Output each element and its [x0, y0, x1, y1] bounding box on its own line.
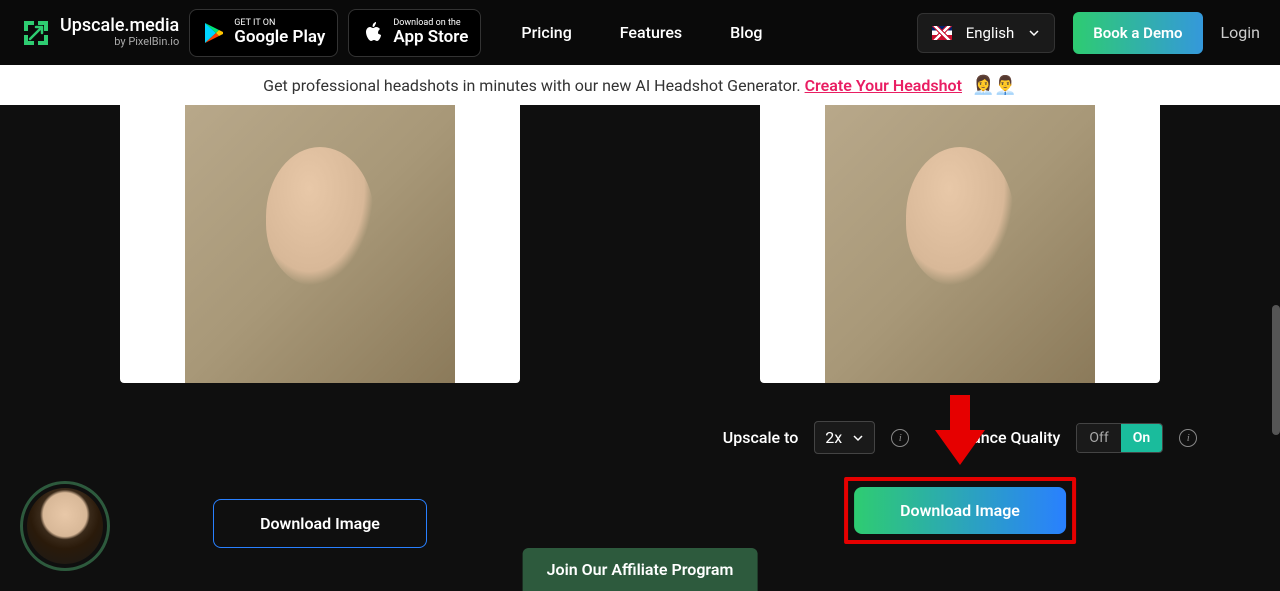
language-selector[interactable]: English: [917, 13, 1056, 53]
toggle-off[interactable]: Off: [1077, 424, 1120, 452]
chat-avatar-widget[interactable]: [20, 481, 110, 571]
upscale-factor-select[interactable]: 2x: [814, 421, 875, 454]
banner-emoji: 👩‍💼👨‍💼: [972, 75, 1017, 96]
chevron-down-icon: [1028, 27, 1040, 39]
banner-cta-link[interactable]: Create Your Headshot: [805, 76, 962, 95]
toggle-on[interactable]: On: [1121, 424, 1162, 452]
logo-subtitle: by PixelBin.io: [60, 35, 179, 48]
upscale-info-icon[interactable]: i: [891, 429, 909, 447]
promo-banner: Get professional headshots in minutes wi…: [0, 65, 1280, 105]
uk-flag-icon: [932, 26, 952, 40]
app-store-big: App Store: [393, 28, 468, 47]
book-demo-button[interactable]: Book a Demo: [1073, 12, 1202, 54]
login-link[interactable]: Login: [1221, 23, 1260, 42]
upscaled-image-container: [760, 105, 1160, 383]
download-highlight-annotation: Download Image: [844, 477, 1076, 544]
language-label: English: [966, 24, 1015, 42]
affiliate-button[interactable]: Join Our Affiliate Program: [523, 548, 758, 591]
red-arrow-annotation: [935, 395, 985, 465]
nav-links: Pricing Features Blog: [521, 23, 762, 42]
upscale-value: 2x: [825, 428, 842, 447]
header: Upscale.media by PixelBin.io GET IT ON G…: [0, 0, 1280, 65]
download-upscaled-button[interactable]: Download Image: [854, 487, 1066, 534]
logo[interactable]: Upscale.media by PixelBin.io: [20, 17, 179, 49]
google-play-big: Google Play: [234, 28, 325, 47]
header-right: English Book a Demo Login: [917, 12, 1260, 54]
scrollbar[interactable]: [1272, 305, 1280, 435]
upscaled-image: [825, 105, 1095, 383]
right-panel: Upscale to 2x i Enhance Quality Off On i…: [640, 105, 1280, 591]
google-play-button[interactable]: GET IT ON Google Play: [189, 9, 338, 57]
banner-text: Get professional headshots in minutes wi…: [263, 76, 800, 95]
nav-blog[interactable]: Blog: [730, 23, 762, 42]
google-play-icon: [202, 21, 226, 45]
download-original-button[interactable]: Download Image: [213, 499, 427, 548]
enhance-info-icon[interactable]: i: [1179, 429, 1197, 447]
nav-pricing[interactable]: Pricing: [521, 23, 571, 42]
app-store-button[interactable]: Download on the App Store: [348, 9, 481, 57]
original-image: [185, 105, 455, 383]
avatar-image: [27, 488, 103, 564]
chevron-down-icon: [852, 432, 864, 444]
logo-icon: [20, 17, 52, 49]
nav-features[interactable]: Features: [620, 23, 682, 42]
logo-title: Upscale.media: [60, 17, 179, 35]
enhance-quality-toggle[interactable]: Off On: [1076, 423, 1163, 453]
main-content: Download Image Upscale to 2x i Enhance Q…: [0, 105, 1280, 591]
original-image-container: [120, 105, 520, 383]
upscale-to-label: Upscale to: [723, 428, 799, 447]
apple-icon: [361, 21, 385, 45]
